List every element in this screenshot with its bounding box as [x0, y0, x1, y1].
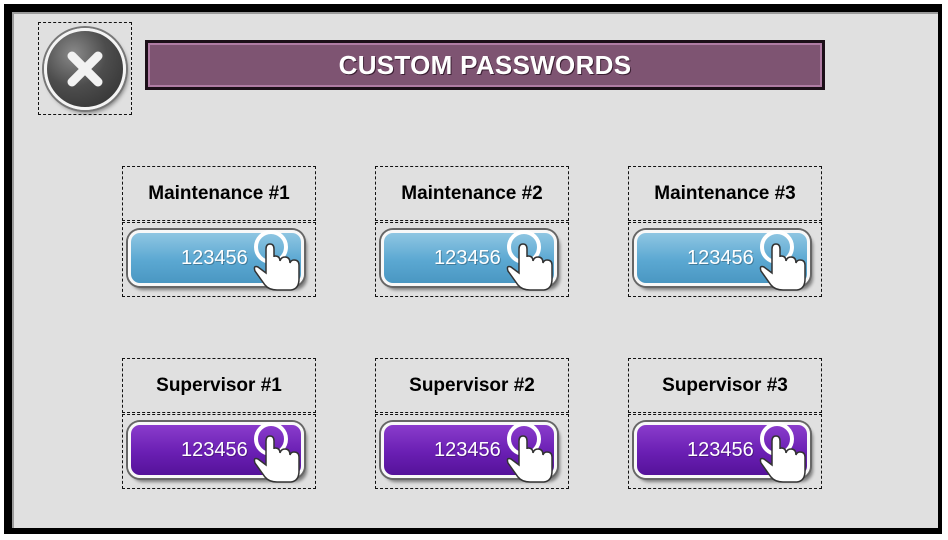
supervisor-2-label: Supervisor #2: [409, 374, 535, 396]
maintenance-2-password-button[interactable]: 123456: [381, 230, 557, 291]
supervisor-3-label: Supervisor #3: [662, 374, 788, 396]
close-x-icon: [67, 51, 103, 87]
maintenance-2-button-frame: 123456: [375, 222, 569, 297]
maintenance-1-password-button[interactable]: 123456: [128, 230, 304, 291]
supervisor-1-button-frame: 123456: [122, 414, 316, 489]
hand-pointer-icon: [759, 230, 806, 291]
supervisor-1-label: Supervisor #1: [156, 374, 282, 396]
maintenance-1-label: Maintenance #1: [148, 182, 290, 204]
close-button[interactable]: [44, 28, 126, 110]
maintenance-3-password: 123456: [687, 247, 754, 269]
maintenance-3-password-button[interactable]: 123456: [634, 230, 810, 291]
maintenance-2-label-box: Maintenance #2: [375, 166, 569, 221]
hand-pointer-icon: [506, 230, 553, 291]
hand-pointer-icon: [506, 422, 553, 483]
maintenance-3-button-frame: 123456: [628, 222, 822, 297]
supervisor-2-label-box: Supervisor #2: [375, 358, 569, 413]
supervisor-3-password-button[interactable]: 123456: [634, 422, 810, 483]
close-button-frame: [38, 22, 132, 115]
maintenance-3-label-box: Maintenance #3: [628, 166, 822, 221]
supervisor-3-button-frame: 123456: [628, 414, 822, 489]
hand-pointer-icon: [253, 422, 300, 483]
hand-pointer-icon: [759, 422, 806, 483]
maintenance-1-password: 123456: [181, 247, 248, 269]
title-bar: CUSTOM PASSWORDS: [145, 40, 825, 90]
hand-pointer-icon: [253, 230, 300, 291]
supervisor-1-password-button[interactable]: 123456: [128, 422, 304, 483]
supervisor-1-label-box: Supervisor #1: [122, 358, 316, 413]
maintenance-1-label-box: Maintenance #1: [122, 166, 316, 221]
maintenance-1-button-frame: 123456: [122, 222, 316, 297]
maintenance-2-password: 123456: [434, 247, 501, 269]
supervisor-3-password: 123456: [687, 439, 754, 461]
supervisor-2-password: 123456: [434, 439, 501, 461]
maintenance-2-label: Maintenance #2: [401, 182, 543, 204]
supervisor-1-password: 123456: [181, 439, 248, 461]
page-title: CUSTOM PASSWORDS: [338, 49, 632, 80]
supervisor-2-password-button[interactable]: 123456: [381, 422, 557, 483]
maintenance-3-label: Maintenance #3: [654, 182, 796, 204]
supervisor-2-button-frame: 123456: [375, 414, 569, 489]
supervisor-3-label-box: Supervisor #3: [628, 358, 822, 413]
